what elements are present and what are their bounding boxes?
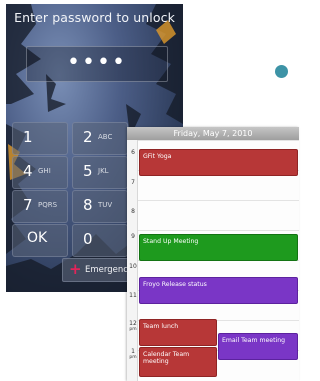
key-0[interactable]: 0 (72, 224, 128, 257)
hour-line (138, 230, 299, 231)
key-number: 1 (23, 128, 33, 146)
key-8[interactable]: 8 TUV (72, 190, 128, 223)
key-number: 5 (83, 162, 93, 180)
hour-label: 11 (129, 292, 137, 299)
unlock-prompt: Enter password to unlock (14, 10, 175, 25)
hour-label: 9 (131, 233, 135, 240)
ok-button[interactable]: OK (12, 224, 68, 257)
hour-label: 12 pm (129, 320, 137, 332)
key-letters: ABC (98, 133, 113, 141)
bullet-dot (275, 65, 288, 78)
key-2[interactable]: 2 ABC (72, 122, 128, 155)
emergency-plus-icon: + (69, 260, 82, 278)
key-number: 0 (83, 230, 93, 248)
calendar-date-header: Friday, May 7, 2010 (127, 127, 299, 140)
hour-label: 7 (131, 179, 135, 186)
hour-label: 8 (131, 208, 135, 215)
password-field[interactable]: •••• (26, 46, 168, 82)
key-letters: PQRS (38, 201, 58, 209)
key-1[interactable]: 1 (12, 122, 68, 155)
hour-line (138, 200, 299, 201)
key-number: 8 (83, 196, 93, 214)
key-4[interactable]: 4 GHI (12, 156, 68, 189)
event-gfit-yoga[interactable]: GFit Yoga (139, 149, 298, 176)
key-5[interactable]: 5 JKL (72, 156, 128, 189)
event-calendar-team-meeting[interactable]: Calendar Team meeting (139, 347, 217, 377)
hour-label: 6 (131, 149, 135, 156)
hour-label: 10 (129, 263, 137, 270)
key-number: 2 (83, 128, 93, 146)
key-7[interactable]: 7 PQRS (12, 190, 68, 223)
key-number: 4 (23, 162, 33, 180)
hour-gutter (127, 140, 138, 381)
calendar-day-view: Friday, May 7, 2010 6 7 8 9 10 11 12 pm 1… (127, 127, 299, 381)
hour-label: 1 pm (129, 348, 137, 360)
event-stand-up-meeting[interactable]: Stand Up Meeting (139, 234, 298, 261)
key-number: 7 (23, 196, 33, 214)
event-froyo-release-status[interactable]: Froyo Release status (139, 277, 298, 304)
event-email-team-meeting[interactable]: Email Team meeting (218, 333, 298, 360)
key-letters: JKL (98, 167, 109, 175)
key-letters: GHI (38, 167, 51, 175)
key-letters: TUV (98, 201, 113, 209)
hour-line (138, 140, 299, 141)
key-number: OK (27, 230, 48, 246)
event-team-lunch[interactable]: Team lunch (139, 319, 217, 346)
